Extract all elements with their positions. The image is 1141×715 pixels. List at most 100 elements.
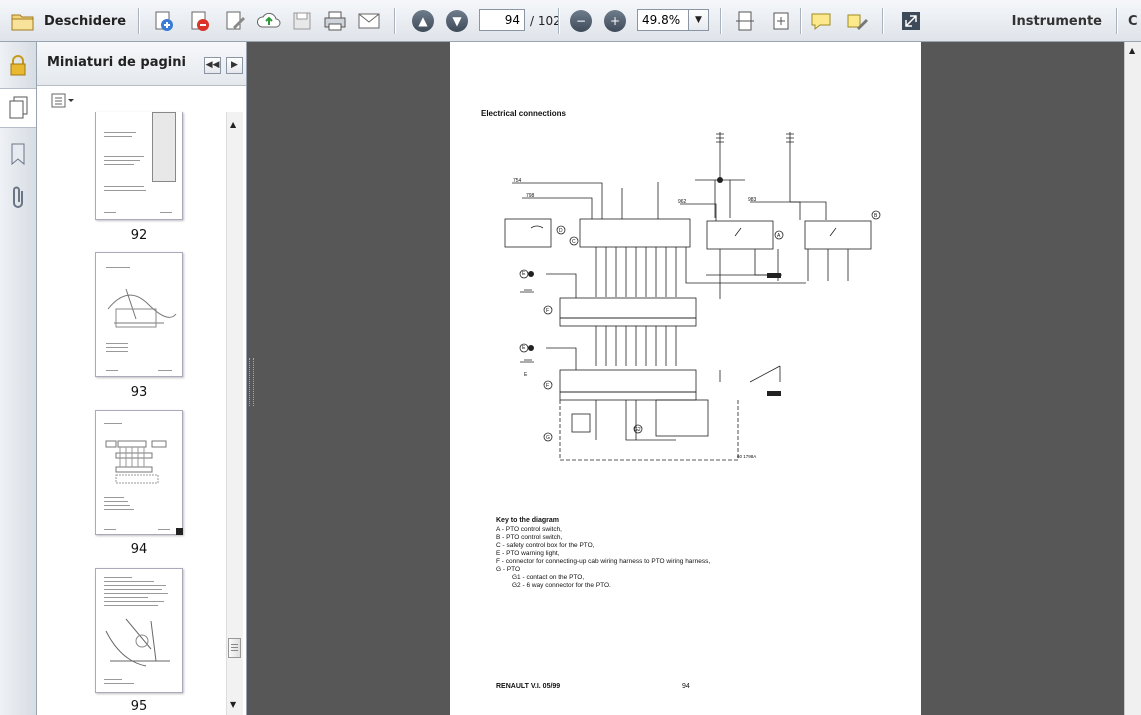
toolbar-divider [882,8,884,34]
fit-width-button[interactable] [732,8,758,34]
chevron-down-icon: ▼ [695,15,702,25]
key-title: Key to the diagram [496,517,560,524]
page-thumbnail[interactable] [95,112,183,220]
page-footer-number: 94 [682,683,690,690]
export-pdf-button[interactable] [186,8,212,34]
navigation-pane-strip [0,42,37,715]
edit-pdf-button[interactable] [222,8,248,34]
arrow-down-icon: ▼ [446,10,468,32]
zoom-in-button[interactable]: + [602,8,628,34]
expand-panel-button[interactable]: ▶ [226,57,243,74]
page-thumbnails-tab[interactable] [0,88,36,128]
thumbnail-label: 94 [130,542,148,557]
arrow-up-icon: ▲ [412,10,434,32]
save-disk-icon [293,12,311,30]
bookmark-icon [11,143,25,166]
minus-icon: − [570,10,592,32]
speech-bubble-icon [811,13,831,31]
page-thumbnail[interactable] [95,252,183,377]
double-chevron-left-icon: ◀◀ [205,60,220,70]
pages-icon [9,96,28,119]
printer-icon [324,11,346,31]
comment-button[interactable] [808,8,834,34]
toolbar-divider [1116,8,1118,34]
fit-page-button[interactable] [768,8,794,34]
zoom-dropdown-button[interactable]: ▼ [689,9,709,31]
thumbnail-drawing [105,440,167,484]
highlight-button[interactable] [844,8,870,34]
thumbnails-header: Miniaturi de pagini ◀◀ ▶ [37,42,246,86]
page-footer-left: RENAULT V.I. 05/99 [496,683,561,690]
page-number-input[interactable] [479,9,525,31]
svg-text:983: 983 [748,197,757,203]
key-item: A - PTO control switch, [496,526,562,533]
thumbnail-label: 93 [130,385,148,400]
key-item: E - PTO warning light, [496,550,560,557]
svg-text:E: E [522,271,526,277]
pdf-page: Electrical connections E E E D C A B F F… [450,42,921,715]
lock-icon [10,55,26,76]
toolbar-divider [558,8,560,34]
print-button[interactable] [322,8,348,34]
thumbnail-options-button[interactable] [51,93,75,109]
full-screen-button[interactable] [898,8,924,34]
create-pdf-button[interactable] [150,8,176,34]
wiring-diagram: E E E D C A B F F G G2 754 798 962 983 6… [504,132,881,461]
email-button[interactable] [356,8,382,34]
open-folder-button[interactable] [8,8,38,34]
svg-text:B: B [874,213,878,219]
collapse-panel-button[interactable]: ◀◀ [204,57,221,74]
svg-text:E: E [522,345,526,351]
svg-text:C: C [572,239,576,245]
previous-page-button[interactable]: ▲ [410,8,436,34]
comment-panel-button[interactable]: C [1128,8,1141,34]
tools-panel-button[interactable]: Instrumente [1006,8,1102,34]
upload-cloud-button[interactable] [256,8,282,34]
cloud-upload-icon [256,12,281,28]
zoom-level-input[interactable] [637,9,689,31]
page-thumbnail-current[interactable] [95,410,183,535]
security-button[interactable] [6,52,30,80]
plus-icon: + [604,10,626,32]
open-button-label[interactable]: Deschidere [44,8,126,34]
options-menu-icon [51,93,74,108]
svg-text:E: E [524,372,528,378]
page-heading: Electrical connections [481,109,566,118]
thumbnail-label: 92 [130,228,148,243]
svg-text:G: G [546,435,550,441]
scrollbar-thumb[interactable] [228,638,241,658]
scroll-up-arrow-icon[interactable]: ▲ [1129,46,1135,55]
panel-splitter-handle[interactable] [249,358,254,406]
bookmarks-tab[interactable] [6,140,30,168]
document-scrollbar[interactable]: ▲ [1124,42,1141,715]
toolbar-divider [800,8,802,34]
thumbnail-drawing [105,618,170,667]
svg-text:G2: G2 [634,427,641,433]
toolbar-divider [720,8,722,34]
attachments-tab[interactable] [6,184,30,212]
save-button[interactable] [290,8,314,34]
svg-text:D: D [559,228,563,234]
main-toolbar: Deschidere ▲ ▼ / 102 − + ▼ [0,0,1141,42]
scroll-mode-icon [736,11,754,31]
zoom-out-button[interactable]: − [568,8,594,34]
fit-page-icon [773,12,789,30]
envelope-icon [358,13,380,29]
toolbar-divider [394,8,396,34]
expand-arrows-icon [902,12,920,30]
create-pdf-icon [155,11,173,31]
svg-text:F: F [546,308,549,314]
thumbnails-scrollbar[interactable]: ▲ ▼ [226,112,243,715]
export-pdf-icon [191,11,209,31]
svg-text:A: A [777,233,781,239]
thumbnail-label: 95 [130,699,148,714]
key-item: G1 - contact on the PTO, [512,574,585,581]
next-page-button[interactable]: ▼ [444,8,470,34]
page-thumbnail[interactable] [95,568,183,693]
key-item: B - PTO control switch, [496,534,563,541]
scroll-up-arrow-icon[interactable]: ▲ [230,120,236,129]
figure-reference: 60 1798A [737,454,756,459]
document-viewport[interactable]: Electrical connections E E E D C A B F F… [247,42,1141,715]
scroll-down-arrow-icon[interactable]: ▼ [230,700,236,709]
chevron-right-icon: ▶ [231,60,238,70]
